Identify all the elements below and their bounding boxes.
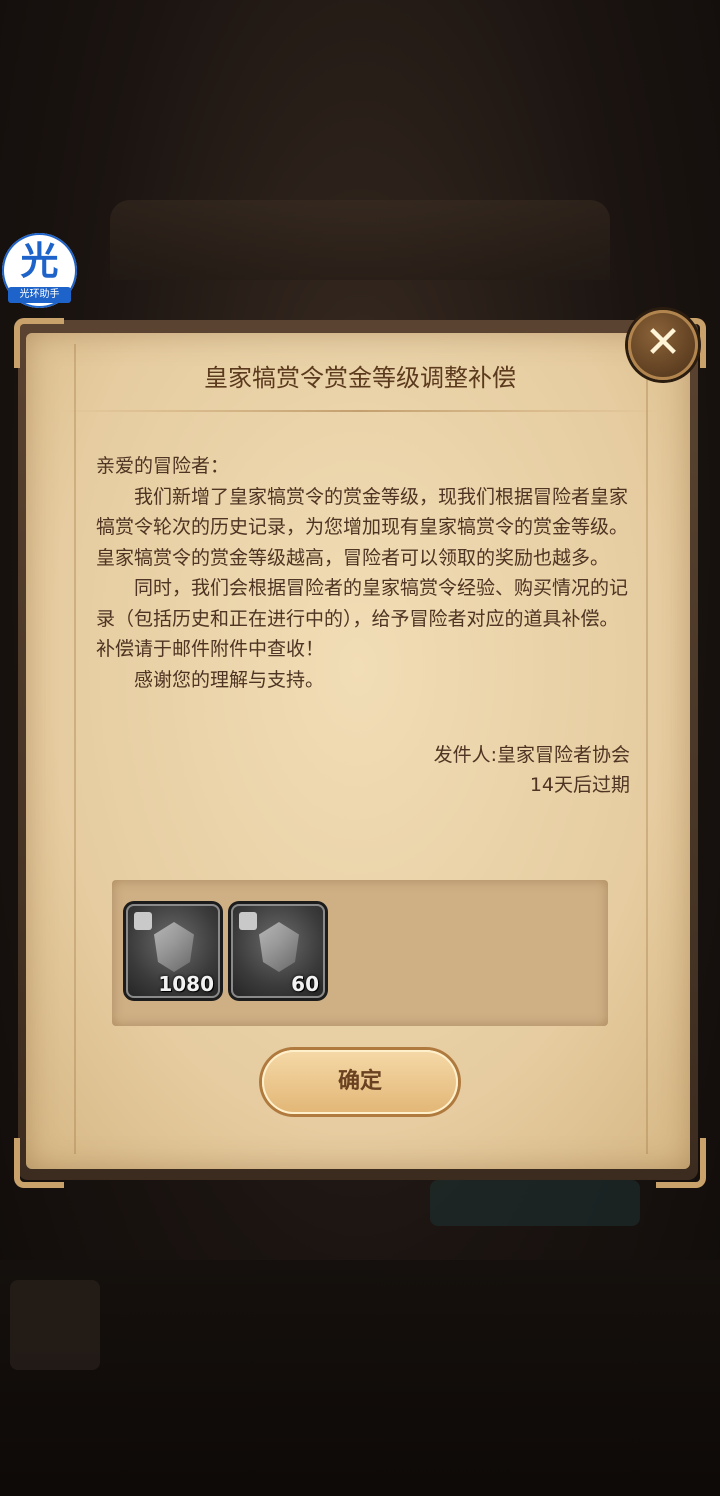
sender-block: 发件人:皇家冒险者协会 14天后过期 [330, 740, 630, 800]
title-divider [60, 410, 660, 412]
sender: 发件人:皇家冒险者协会 [433, 744, 630, 766]
background-item [10, 1280, 100, 1370]
background-frame [110, 200, 610, 280]
background-button [430, 1180, 640, 1226]
confirm-button[interactable]: 确定 [262, 1050, 458, 1114]
mail-body: 亲爱的冒险者： 我们新增了皇家犒赏令的赏金等级，现我们根据冒险者皇家犒赏令轮次的… [96, 451, 636, 695]
item-count: 1080 [158, 972, 214, 996]
item-count: 60 [291, 972, 319, 996]
close-icon: ✕ [644, 317, 682, 368]
puzzle-icon [134, 912, 152, 930]
attachment-item[interactable]: 60 [231, 904, 325, 998]
corner-ornament-icon [14, 1138, 64, 1188]
puzzle-shard-icon [154, 922, 194, 972]
app-badge[interactable]: 光 光环助手 [2, 233, 77, 308]
attachment-item[interactable]: 1080 [126, 904, 220, 998]
corner-ornament-icon [14, 318, 64, 368]
puzzle-shard-icon [259, 922, 299, 972]
background-bottom-panel [0, 1260, 720, 1496]
corner-ornament-icon [656, 1138, 706, 1188]
expiry: 14天后过期 [529, 774, 630, 796]
dialog-title: 皇家犒赏令赏金等级调整补偿 [204, 364, 516, 392]
paragraph: 我们新增了皇家犒赏令的赏金等级，现我们根据冒险者皇家犒赏令轮次的历史记录，为您增… [96, 485, 629, 569]
puzzle-icon [239, 912, 257, 930]
badge-logo-icon: 光 [20, 239, 59, 283]
greeting: 亲爱的冒险者： [96, 455, 230, 477]
paragraph: 同时，我们会根据冒险者的皇家犒赏令经验、购买情况的记录（包括历史和正在进行中的）… [96, 577, 629, 660]
paragraph: 感谢您的理解与支持。 [134, 668, 325, 691]
close-button[interactable]: ✕ [628, 310, 698, 380]
badge-label: 光环助手 [8, 287, 71, 303]
